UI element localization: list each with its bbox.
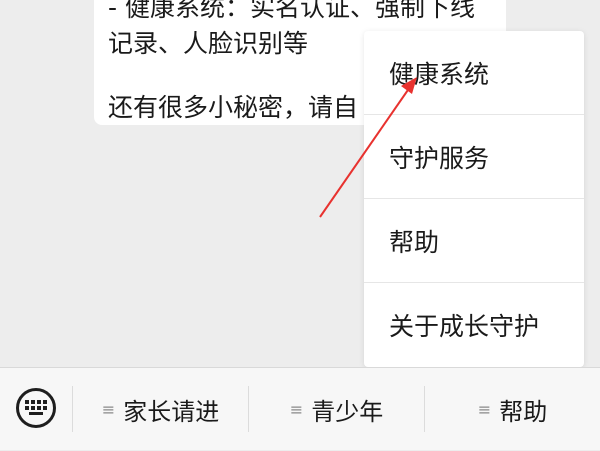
menu-item-label: 守护服务 <box>389 143 490 173</box>
chat-message-line: - 健康系统：实名认证、强制下线 <box>108 0 475 22</box>
menu-lines-icon: ≡ <box>477 399 492 419</box>
tab-parents[interactable]: ≡ 家长请进 <box>73 368 248 451</box>
tab-label: 帮助 <box>499 398 548 426</box>
tab-help[interactable]: ≡ 帮助 <box>425 368 600 451</box>
menu-item-help[interactable]: 帮助 <box>364 199 584 283</box>
keyboard-icon <box>25 400 47 415</box>
menu-item-health-system[interactable]: 健康系统 <box>364 31 584 115</box>
menu-item-guard-service[interactable]: 守护服务 <box>364 115 584 199</box>
menu-item-label: 关于成长守护 <box>389 312 540 341</box>
menu-item-label: 帮助 <box>389 227 440 257</box>
menu-lines-icon: ≡ <box>101 399 116 419</box>
keyboard-toggle-button[interactable] <box>16 388 56 428</box>
bottom-menu-bar: ≡ 家长请进 ≡ 青少年 ≡ 帮助 <box>0 367 600 450</box>
menu-item-label: 健康系统 <box>389 59 490 89</box>
menu-lines-icon: ≡ <box>289 399 304 419</box>
tab-label: 青少年 <box>311 398 384 426</box>
tab-label: 家长请进 <box>123 398 220 426</box>
menu-item-about-growth-guard[interactable]: 关于成长守护 <box>364 283 584 367</box>
popup-menu: 健康系统 守护服务 帮助 关于成长守护 <box>364 31 584 367</box>
tab-teenagers[interactable]: ≡ 青少年 <box>249 368 424 451</box>
